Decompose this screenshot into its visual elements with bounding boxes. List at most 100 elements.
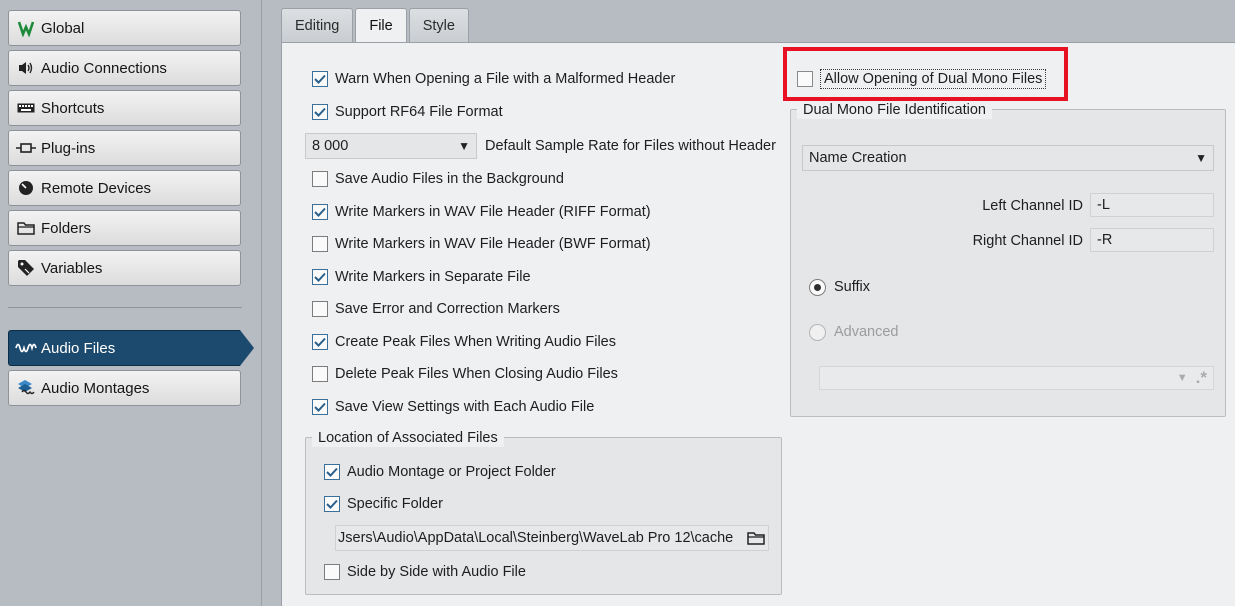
sample-rate-label: Default Sample Rate for Files without He… [485, 138, 776, 154]
folder-icon [15, 218, 37, 238]
identification-mode-value: Name Creation [809, 150, 907, 166]
tab-style[interactable]: Style [408, 8, 469, 42]
sample-rate-value: 8 000 [312, 138, 349, 154]
sidebar: Global Audio Connections Shortcuts Plug-… [0, 0, 262, 606]
checkbox-label: Delete Peak Files When Closing Audio Fil… [335, 366, 618, 382]
waveform-icon [15, 338, 37, 358]
tab-file[interactable]: File [355, 8, 407, 43]
knob-icon [15, 178, 37, 198]
checkbox-box[interactable] [324, 496, 340, 512]
checkbox-box[interactable] [324, 464, 340, 480]
sidebar-divider [8, 307, 242, 308]
checkbox-box[interactable] [312, 399, 328, 415]
sidebar-item-label: Audio Montages [41, 379, 150, 397]
save-background-checkbox[interactable]: Save Audio Files in the Background [312, 167, 564, 191]
highlight-frame [783, 47, 1068, 101]
checkbox-label: Warn When Opening a File with a Malforme… [335, 71, 676, 87]
warn-malformed-checkbox[interactable]: Warn When Opening a File with a Malforme… [312, 67, 675, 91]
checkbox-box[interactable] [312, 204, 328, 220]
sidebar-item-audio-files[interactable]: Audio Files [8, 330, 254, 366]
left-channel-value: -L [1097, 197, 1110, 213]
support-rf64-checkbox[interactable]: Support RF64 File Format [312, 100, 503, 124]
delete-peak-checkbox[interactable]: Delete Peak Files When Closing Audio Fil… [312, 362, 618, 386]
checkbox-label: Save Audio Files in the Background [335, 171, 564, 187]
markers-riff-checkbox[interactable]: Write Markers in WAV File Header (RIFF F… [312, 200, 651, 224]
checkbox-box[interactable] [312, 269, 328, 285]
location-legend: Location of Associated Files [312, 429, 504, 447]
chevron-down-icon: ▼ [1176, 372, 1188, 384]
radio-dot[interactable] [809, 278, 826, 296]
right-channel-label: Right Channel ID [972, 233, 1083, 249]
sidebar-item-label: Shortcuts [41, 99, 105, 117]
checkbox-box[interactable] [312, 171, 328, 187]
checkbox-label: Write Markers in Separate File [335, 269, 531, 285]
right-channel-field[interactable]: -R [1090, 228, 1214, 252]
sidebar-item-label: Audio Files [41, 339, 116, 357]
sidebar-item-label: Plug-ins [41, 139, 96, 157]
save-view-checkbox[interactable]: Save View Settings with Each Audio File [312, 395, 594, 419]
checkbox-box[interactable] [312, 334, 328, 350]
chevron-down-icon: ▼ [458, 139, 470, 153]
checkbox-label: Write Markers in WAV File Header (BWF Fo… [335, 236, 651, 252]
side-by-side-checkbox[interactable]: Side by Side with Audio File [324, 560, 526, 584]
wavelab-logo-icon [15, 18, 37, 38]
checkbox-box[interactable] [312, 71, 328, 87]
montage-folder-checkbox[interactable]: Audio Montage or Project Folder [324, 460, 556, 484]
checkbox-label: Write Markers in WAV File Header (RIFF F… [335, 204, 651, 220]
sidebar-item-audio-montages[interactable]: Audio Montages [8, 370, 241, 406]
identification-mode-select[interactable]: Name Creation ▼ [802, 145, 1214, 171]
checkbox-box[interactable] [312, 301, 328, 317]
regex-icon[interactable]: .* [1196, 368, 1207, 388]
checkbox-box[interactable] [312, 236, 328, 252]
sidebar-item-global[interactable]: Global [8, 10, 241, 46]
plugin-icon [15, 138, 37, 158]
error-markers-checkbox[interactable]: Save Error and Correction Markers [312, 297, 560, 321]
radio-dot[interactable] [809, 323, 826, 341]
sidebar-item-label: Audio Connections [41, 59, 167, 77]
checkbox-label: Create Peak Files When Writing Audio Fil… [335, 334, 616, 350]
keyboard-icon [15, 98, 37, 118]
radio-label: Advanced [834, 324, 899, 340]
left-channel-label: Left Channel ID [982, 198, 1083, 214]
sidebar-item-label: Global [41, 19, 85, 37]
tab-bar: Editing File Style [281, 8, 471, 43]
montage-icon [15, 378, 37, 398]
create-peak-checkbox[interactable]: Create Peak Files When Writing Audio Fil… [312, 330, 616, 354]
sidebar-item-audio-connections[interactable]: Audio Connections [8, 50, 241, 86]
advanced-pattern-combo[interactable]: ▼ .* [819, 366, 1214, 390]
markers-bwf-checkbox[interactable]: Write Markers in WAV File Header (BWF Fo… [312, 232, 651, 256]
folder-path-field[interactable]: Jsers\Audio\AppData\Local\Steinberg\Wave… [335, 525, 769, 551]
sidebar-item-label: Folders [41, 219, 92, 237]
speaker-icon [15, 58, 37, 78]
sidebar-item-label: Remote Devices [41, 179, 152, 197]
checkbox-label: Specific Folder [347, 496, 443, 512]
advanced-radio[interactable]: Advanced [809, 320, 899, 344]
checkbox-label: Save View Settings with Each Audio File [335, 399, 595, 415]
specific-folder-checkbox[interactable]: Specific Folder [324, 492, 443, 516]
sidebar-item-plugins[interactable]: Plug-ins [8, 130, 241, 166]
checkbox-box[interactable] [312, 104, 328, 120]
checkbox-label: Audio Montage or Project Folder [347, 464, 556, 480]
radio-label: Suffix [834, 279, 871, 295]
sidebar-item-variables[interactable]: Variables [8, 250, 241, 286]
checkbox-label: Side by Side with Audio File [347, 564, 526, 580]
markers-separate-checkbox[interactable]: Write Markers in Separate File [312, 265, 531, 289]
right-channel-value: -R [1097, 232, 1113, 248]
suffix-radio[interactable]: Suffix [809, 275, 870, 299]
folder-path-value: Jsers\Audio\AppData\Local\Steinberg\Wave… [338, 530, 734, 546]
folder-browse-icon[interactable] [744, 531, 768, 545]
sample-rate-select[interactable]: 8 000 ▼ [305, 133, 477, 159]
tag-icon [15, 258, 37, 278]
sidebar-item-shortcuts[interactable]: Shortcuts [8, 90, 241, 126]
checkbox-label: Save Error and Correction Markers [335, 301, 560, 317]
left-channel-field[interactable]: -L [1090, 193, 1214, 217]
checkbox-box[interactable] [324, 564, 340, 580]
tab-editing[interactable]: Editing [281, 8, 354, 42]
sidebar-item-folders[interactable]: Folders [8, 210, 241, 246]
checkbox-box[interactable] [312, 366, 328, 382]
sidebar-item-label: Variables [41, 259, 103, 277]
sidebar-item-remote-devices[interactable]: Remote Devices [8, 170, 241, 206]
chevron-down-icon: ▼ [1195, 151, 1207, 165]
checkbox-label: Support RF64 File Format [335, 104, 503, 120]
dual-mono-legend: Dual Mono File Identification [797, 101, 992, 119]
